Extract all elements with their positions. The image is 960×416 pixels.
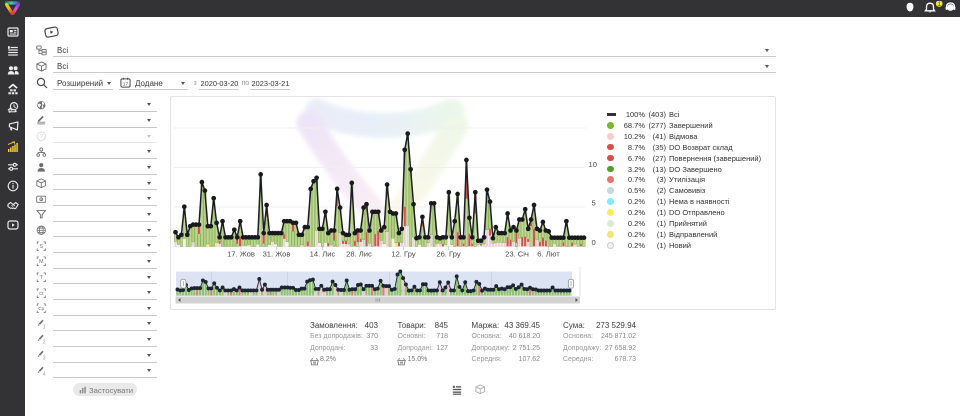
svg-text:4: 4 (43, 371, 46, 376)
svg-text:12. Гру: 12. Гру (391, 250, 415, 259)
svg-text:10: 10 (589, 160, 597, 169)
svg-text:2: 2 (43, 340, 46, 345)
svg-text:M: M (39, 259, 43, 265)
svg-text:Cp: Cp (38, 306, 44, 311)
svg-text:14. Лис: 14. Лис (310, 250, 336, 259)
svg-text:26. Гру: 26. Гру (436, 250, 460, 259)
svg-text:6. Лют: 6. Лют (537, 250, 560, 259)
svg-text:1: 1 (43, 324, 46, 329)
svg-text:31. Жов: 31. Жов (263, 250, 291, 259)
svg-text:17. Жов: 17. Жов (227, 250, 255, 259)
svg-text:0: 0 (592, 238, 596, 247)
svg-text:?: ? (39, 133, 43, 140)
svg-text:5: 5 (592, 199, 596, 208)
svg-text:Ct: Ct (39, 290, 44, 295)
svg-text:3: 3 (43, 356, 46, 361)
svg-text:S: S (39, 244, 43, 250)
svg-text:23. Січ: 23. Січ (505, 250, 529, 259)
svg-text:17: 17 (123, 81, 129, 87)
svg-text:28. Лис: 28. Лис (346, 250, 372, 259)
svg-text:T: T (39, 275, 43, 281)
svg-text:1: 1 (937, 1, 941, 8)
